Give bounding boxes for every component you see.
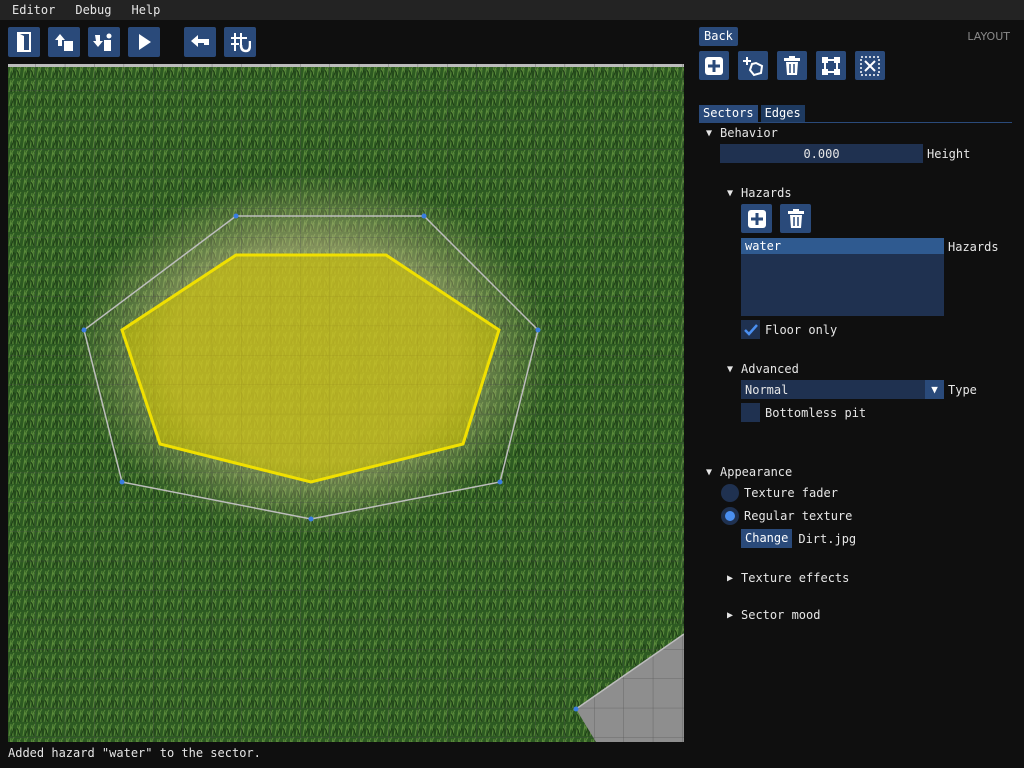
deselect-icon <box>860 55 880 76</box>
advanced-label: Advanced <box>741 362 799 376</box>
mode-label: LAYOUT <box>967 30 1010 43</box>
bottomless-row[interactable]: Bottomless pit <box>741 403 866 422</box>
exit-icon <box>17 32 31 52</box>
add-icon <box>747 209 766 228</box>
sector-mood-header[interactable]: ▶ Sector mood <box>727 608 820 622</box>
regular-texture-row[interactable]: Regular texture <box>721 507 852 525</box>
tab-sectors[interactable]: Sectors <box>699 105 758 122</box>
regular-texture-radio[interactable] <box>721 507 739 525</box>
floor-only-label: Floor only <box>765 322 838 337</box>
dropdown-arrow-icon[interactable]: ▼ <box>925 380 944 399</box>
deselect-button[interactable] <box>855 51 885 80</box>
expand-arrow-icon: ▼ <box>706 127 713 139</box>
type-label: Type <box>948 382 977 397</box>
height-label: Height <box>927 146 971 161</box>
texture-fader-row[interactable]: Texture fader <box>721 484 838 502</box>
expand-arrow-icon: ▼ <box>727 363 734 375</box>
menu-bar: Editor Debug Help <box>0 0 1024 20</box>
back-button[interactable]: Back <box>699 27 738 46</box>
floor-only-checkbox[interactable] <box>741 320 760 339</box>
texture-effects-label: Texture effects <box>741 571 850 585</box>
type-value: Normal <box>745 382 789 397</box>
tab-edges[interactable]: Edges <box>760 105 805 122</box>
sector-mood-label: Sector mood <box>741 608 821 622</box>
collapse-arrow-icon: ▶ <box>727 609 734 621</box>
delete-sector-button[interactable] <box>777 51 807 80</box>
expand-arrow-icon: ▼ <box>727 187 734 199</box>
hazards-list-label: Hazards <box>948 240 999 254</box>
behavior-header[interactable]: ▼ Behavior <box>706 126 778 140</box>
select-all-icon <box>822 56 840 75</box>
undo-icon <box>191 35 209 47</box>
hazards-list[interactable]: water <box>741 238 944 316</box>
texture-file-row: Change Dirt.jpg <box>741 529 856 548</box>
add-circle-sector-button[interactable] <box>738 51 768 80</box>
appearance-header[interactable]: ▼ Appearance <box>706 465 792 479</box>
sector-tools <box>699 51 885 80</box>
hazard-tools <box>741 204 811 233</box>
texture-effects-header[interactable]: ▶ Texture effects <box>727 571 849 585</box>
menu-debug[interactable]: Debug <box>67 3 119 17</box>
bottomless-pit-label: Bottomless pit <box>765 405 867 420</box>
editor-viewport[interactable] <box>8 64 684 742</box>
play-button[interactable] <box>128 27 160 57</box>
add-sector-button[interactable] <box>699 51 729 80</box>
hazards-header[interactable]: ▼ Hazards <box>727 186 792 200</box>
delete-icon <box>787 208 804 228</box>
bottomless-pit-checkbox[interactable] <box>741 403 760 422</box>
add-sector-icon <box>705 56 723 75</box>
upload-button[interactable] <box>48 27 80 57</box>
delete-icon <box>784 55 800 75</box>
expand-arrow-icon: ▼ <box>706 466 713 478</box>
exit-button[interactable] <box>8 27 40 57</box>
hazards-section-label: Hazards <box>741 186 792 200</box>
advanced-header[interactable]: ▼ Advanced <box>727 362 799 376</box>
tab-bar: Sectors Edges <box>699 105 805 122</box>
regular-texture-label: Regular texture <box>744 509 853 523</box>
viewport-drawing <box>8 64 684 742</box>
grid-snap-button[interactable] <box>224 27 256 57</box>
change-texture-button[interactable]: Change <box>741 529 793 548</box>
toolbar <box>8 27 256 57</box>
remove-hazard-button[interactable] <box>780 204 811 233</box>
upload-icon <box>55 34 73 51</box>
floor-only-row[interactable]: Floor only <box>741 320 837 339</box>
tab-underline <box>699 122 1012 123</box>
play-icon <box>139 34 151 50</box>
appearance-label: Appearance <box>720 465 793 479</box>
import-button[interactable] <box>88 27 120 57</box>
status-bar: Added hazard "water" to the sector. <box>8 746 261 760</box>
behavior-label: Behavior <box>720 126 778 140</box>
import-icon <box>93 33 112 51</box>
texture-fader-radio[interactable] <box>721 484 739 502</box>
list-item[interactable]: water <box>741 238 944 254</box>
texture-filename: Dirt.jpg <box>798 531 857 546</box>
menu-editor[interactable]: Editor <box>4 3 63 17</box>
grid-snap-icon <box>231 33 251 53</box>
checkmark-icon <box>743 323 758 336</box>
add-hazard-button[interactable] <box>741 204 772 233</box>
select-all-button[interactable] <box>816 51 846 80</box>
type-row: Normal ▼ Type <box>741 380 977 399</box>
height-row: 0.000 Height <box>720 144 970 163</box>
collapse-arrow-icon: ▶ <box>727 572 734 584</box>
properties-panel: Back LAYOUT Sectors Edges ▼ Behavior 0.0… <box>693 20 1024 768</box>
texture-fader-label: Texture fader <box>744 486 838 500</box>
add-circle-sector-icon <box>743 56 764 76</box>
menu-help[interactable]: Help <box>123 3 168 17</box>
height-input[interactable]: 0.000 <box>720 144 923 163</box>
type-dropdown[interactable]: Normal ▼ <box>741 380 944 399</box>
undo-button[interactable] <box>184 27 216 57</box>
